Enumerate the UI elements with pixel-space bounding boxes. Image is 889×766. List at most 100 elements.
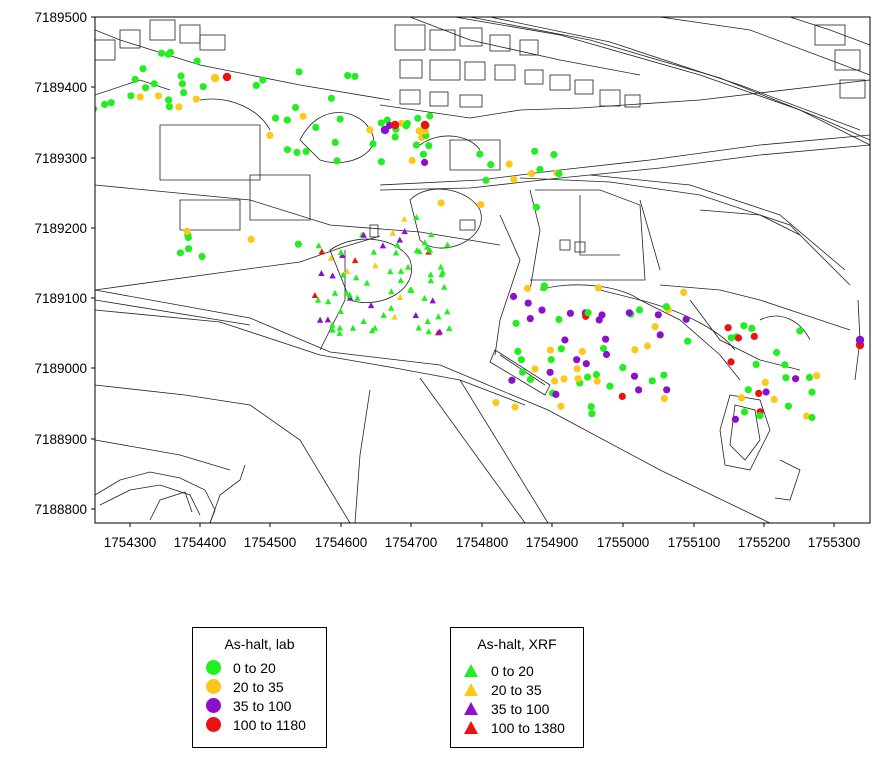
- lab-sample-marker: [95, 105, 98, 113]
- lab-sample-marker: [618, 392, 626, 400]
- lab-sample-marker: [476, 150, 484, 158]
- xrf-sample-marker: [391, 313, 398, 320]
- lab-sample-marker: [682, 315, 690, 323]
- lab-sample-marker: [855, 335, 865, 345]
- building-outline: [459, 219, 476, 231]
- lab-sample-marker: [294, 240, 302, 248]
- x-tick-label: 1754700: [385, 535, 438, 550]
- xrf-sample-marker: [446, 325, 453, 331]
- lab-sample-marker: [662, 303, 670, 311]
- basemap-line: [659, 284, 851, 331]
- lab-sample-marker: [283, 146, 291, 154]
- basemap-line: [99, 484, 201, 516]
- lab-sample-marker: [252, 81, 260, 89]
- lab-sample-marker: [510, 175, 518, 183]
- lab-sample-marker: [560, 375, 568, 383]
- lab-sample-marker: [283, 116, 291, 124]
- xrf-sample-marker: [316, 316, 324, 323]
- lab-sample-marker: [684, 337, 692, 345]
- xrf-sample-marker: [318, 248, 325, 255]
- y-tick-label: 7189300: [34, 151, 87, 166]
- xrf-sample-marker: [424, 318, 431, 325]
- lab-sample-marker: [295, 68, 303, 76]
- basemap-line: [379, 144, 870, 191]
- xrf-sample-marker: [388, 288, 395, 295]
- xrf-sample-marker: [441, 283, 448, 290]
- lab-sample-marker: [527, 170, 536, 178]
- yellow-circle-icon: [205, 679, 221, 694]
- legend-xrf-item: 35 to 100: [451, 699, 549, 718]
- x-tick-label: 1754900: [526, 535, 579, 550]
- building-outline: [149, 19, 176, 41]
- xrf-sample-marker: [318, 270, 325, 276]
- yellow-triangle-icon: [464, 683, 478, 696]
- lab-sample-marker: [477, 201, 485, 209]
- lab-sample-marker: [505, 160, 513, 168]
- lab-sample-marker: [770, 395, 778, 404]
- building-outline: [399, 89, 421, 105]
- xrf-sample-marker: [370, 248, 377, 255]
- lab-sample-marker: [762, 388, 770, 396]
- x-tick-label: 1754500: [244, 535, 297, 550]
- lab-sample-marker: [331, 138, 339, 146]
- building-outline: [459, 27, 483, 47]
- xrf-sample-marker: [401, 215, 408, 222]
- xrf-sample-marker: [367, 302, 375, 309]
- lab-sample-marker: [550, 151, 558, 159]
- lab-sample-marker: [178, 80, 186, 88]
- basemap-line: [699, 209, 801, 236]
- lab-sample-marker: [573, 365, 581, 373]
- lab-sample-marker: [291, 103, 300, 112]
- lab-sample-marker: [142, 84, 150, 92]
- lab-sample-marker: [635, 306, 644, 314]
- xrf-sample-marker: [349, 324, 357, 331]
- lab-sample-marker: [531, 365, 539, 373]
- xrf-sample-marker: [396, 294, 404, 300]
- lab-sample-marker: [154, 92, 162, 100]
- lab-sample-marker: [538, 306, 546, 314]
- building-outline: [834, 49, 861, 71]
- lab-sample-marker: [420, 120, 430, 130]
- lab-sample-marker: [176, 249, 184, 257]
- lab-sample-marker: [437, 199, 445, 207]
- red-triangle-icon: [464, 721, 478, 734]
- building-outline: [199, 34, 226, 51]
- lab-sample-marker: [165, 96, 173, 104]
- purple-circle-icon: [205, 698, 221, 713]
- lab-sample-marker: [302, 147, 310, 156]
- basemap-line: [409, 17, 641, 76]
- building-outline: [574, 79, 594, 95]
- lab-sample-marker: [523, 284, 532, 292]
- y-axis: 7189500 7189400 7189300 7189200 7189100 71890…: [34, 10, 95, 517]
- lab-sample-marker: [561, 336, 569, 344]
- y-tick-label: 7189400: [34, 80, 87, 95]
- x-tick-label: 1754600: [315, 535, 368, 550]
- basemap-line: [494, 214, 521, 356]
- lab-sample-marker: [643, 342, 652, 350]
- lab-sample-marker: [584, 309, 592, 317]
- xrf-sample-marker: [392, 249, 400, 256]
- legend-lab-item: 35 to 100: [193, 696, 291, 715]
- legend-xrf-title: As-halt, XRF: [477, 636, 557, 652]
- map-canvas: 1754300 1754400 1754500 1754600 1754700 17548…: [34, 10, 871, 550]
- xrf-sample-marker: [343, 289, 350, 296]
- building-outline: [559, 239, 571, 251]
- lab-sample-marker: [293, 148, 301, 156]
- building-outline: [429, 91, 449, 107]
- lab-sample-marker: [606, 382, 614, 390]
- xrf-sample-marker: [388, 304, 395, 311]
- lab-sample-marker: [492, 399, 500, 407]
- lab-sample-marker: [660, 371, 668, 379]
- lab-sample-marker: [750, 332, 758, 340]
- x-tick-label: 1754300: [104, 535, 157, 550]
- lab-sample-marker: [648, 377, 656, 385]
- building-outline: [429, 59, 461, 81]
- lab-sample-marker: [808, 388, 816, 396]
- basemap-line: [409, 188, 482, 249]
- basemap-line: [95, 235, 381, 291]
- lab-sample-marker: [526, 315, 534, 323]
- lab-sample-marker: [656, 331, 664, 339]
- basemap-line: [659, 17, 870, 76]
- lab-sample-marker: [414, 114, 422, 122]
- lab-sample-marker: [756, 412, 764, 420]
